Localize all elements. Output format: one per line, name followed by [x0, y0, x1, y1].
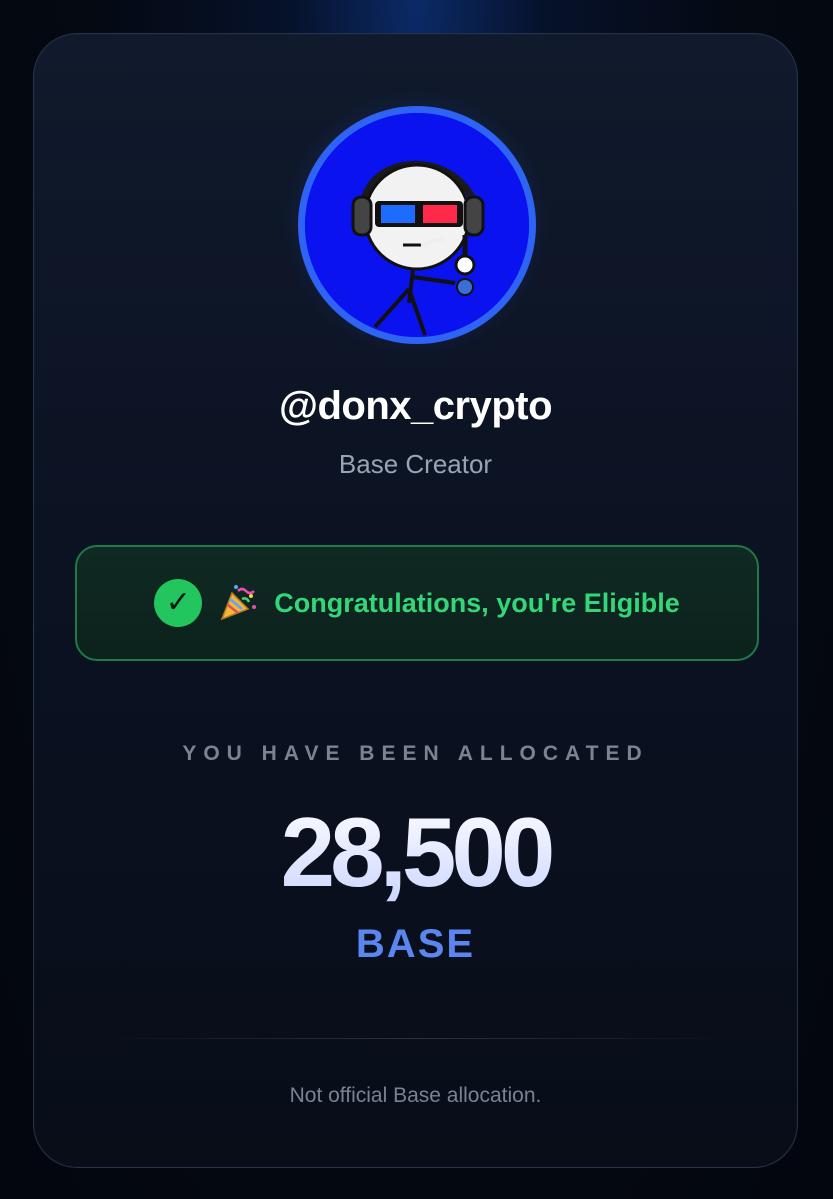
- divider: [99, 1038, 734, 1039]
- avatar: [298, 106, 536, 344]
- allocation-label: YOU HAVE BEEN ALLOCATED: [182, 742, 649, 765]
- allocation-card: @donx_crypto Base Creator ✓ Congratulati…: [33, 33, 798, 1168]
- username: @donx_crypto: [278, 384, 553, 428]
- disclaimer: Not official Base allocation.: [289, 1084, 542, 1107]
- party-popper-icon: [218, 583, 258, 623]
- avatar-image: [305, 113, 529, 337]
- eligibility-banner: ✓ Congratulations, you're Eligible: [75, 545, 759, 661]
- allocation-amount: 28,500: [34, 796, 797, 909]
- token-symbol: BASE: [355, 922, 476, 966]
- check-circle-icon: ✓: [154, 579, 203, 627]
- eligibility-message: Congratulations, you're Eligible: [274, 587, 680, 618]
- user-role: Base Creator: [338, 449, 493, 479]
